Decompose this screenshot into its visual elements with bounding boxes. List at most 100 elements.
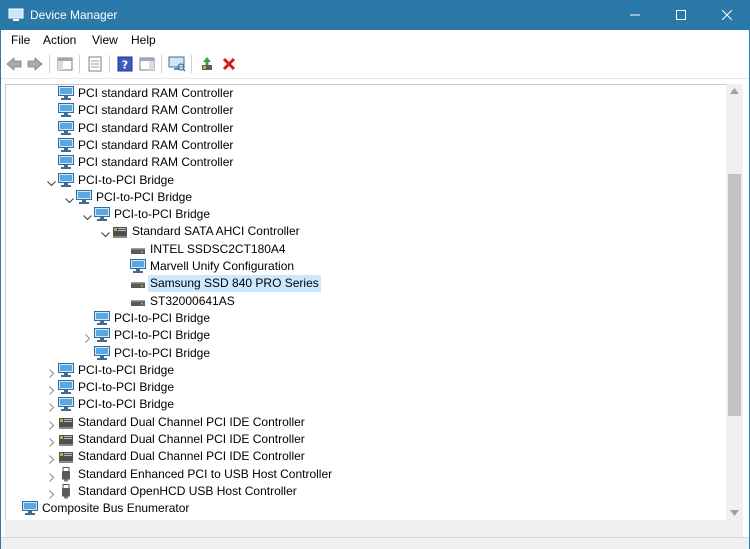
tree-node[interactable]: PCI-to-PCI Bridge xyxy=(6,379,727,396)
toolbar-separator xyxy=(161,55,162,73)
tree-node-label[interactable]: Standard Dual Channel PCI IDE Controller xyxy=(76,414,307,431)
tree-node[interactable]: PCI standard RAM Controller xyxy=(6,120,727,137)
tree-node-label[interactable]: PCI-to-PCI Bridge xyxy=(112,310,212,327)
tree-node[interactable]: PCI-to-PCI Bridge xyxy=(6,327,727,344)
menu-help[interactable]: Help xyxy=(131,33,156,47)
tree-node-label[interactable]: Standard Dual Channel PCI IDE Controller xyxy=(76,448,307,465)
toolbar-separator xyxy=(79,55,80,73)
pci-device-icon xyxy=(58,362,74,378)
tree-node[interactable]: PCI-to-PCI Bridge xyxy=(6,189,727,206)
tree-node[interactable]: PCI-to-PCI Bridge xyxy=(6,345,727,362)
tree-node[interactable]: Standard Dual Channel PCI IDE Controller xyxy=(6,414,727,431)
chevron-right-icon[interactable] xyxy=(47,383,56,395)
tree-node[interactable]: PCI-to-PCI Bridge xyxy=(6,172,727,189)
maximize-button[interactable] xyxy=(658,0,704,30)
window-title: Device Manager xyxy=(30,8,118,22)
uninstall-device-button[interactable] xyxy=(220,55,238,73)
tree-node-label[interactable]: PCI-to-PCI Bridge xyxy=(76,379,176,396)
tree-node[interactable]: PCI standard RAM Controller xyxy=(6,102,727,119)
toolbar-separator xyxy=(191,55,192,73)
chevron-right-icon[interactable] xyxy=(47,400,56,413)
storage-controller-icon xyxy=(112,224,128,239)
tree-node[interactable]: PCI standard RAM Controller xyxy=(6,85,727,102)
tree-node-label[interactable]: Standard OpenHCD USB Host Controller xyxy=(76,483,299,500)
tree-node-label[interactable]: INTEL SSDSC2CT180A4 xyxy=(148,241,288,258)
tree-node[interactable]: INTEL SSDSC2CT180A4 xyxy=(6,241,727,258)
tree-node-label[interactable]: Standard SATA AHCI Controller xyxy=(130,223,302,240)
tree-node[interactable]: Samsung SSD 840 PRO Series xyxy=(6,275,727,293)
chevron-right-icon[interactable] xyxy=(47,487,56,499)
title-bar[interactable]: Device Manager xyxy=(0,0,750,30)
vertical-scrollbar-thumb[interactable] xyxy=(728,174,741,416)
tree-node-label[interactable]: PCI-to-PCI Bridge xyxy=(112,327,212,344)
tree-node-label[interactable]: PCI-to-PCI Bridge xyxy=(112,345,212,362)
pci-device-icon xyxy=(94,207,110,222)
menu-view[interactable]: View xyxy=(92,33,118,47)
tree-node-label[interactable]: PCI standard RAM Controller xyxy=(76,154,235,171)
tree-node-label[interactable]: Composite Bus Enumerator xyxy=(40,500,191,517)
help-button[interactable]: ? xyxy=(116,55,134,73)
tree-node[interactable]: Standard Dual Channel PCI IDE Controller xyxy=(6,431,727,448)
chevron-down-icon[interactable] xyxy=(101,227,110,238)
tree-node-label[interactable]: Marvell Unify Configuration xyxy=(148,258,296,275)
chevron-right-icon[interactable] xyxy=(47,418,56,430)
menu-file[interactable]: File xyxy=(11,33,30,47)
tree-node-label[interactable]: PCI-to-PCI Bridge xyxy=(94,189,194,206)
tree-node[interactable]: Standard OpenHCD USB Host Controller xyxy=(6,483,727,500)
action-pane-button[interactable] xyxy=(138,55,156,73)
show-hide-console-tree-button[interactable] xyxy=(56,55,74,73)
tree-node[interactable]: ST32000641AS xyxy=(6,293,727,310)
pci-device-icon xyxy=(58,103,74,118)
tree-node-label[interactable]: ST32000641AS xyxy=(148,293,237,310)
tree-node[interactable]: PCI-to-PCI Bridge xyxy=(6,396,727,413)
close-button[interactable] xyxy=(704,0,750,30)
chevron-right-icon[interactable] xyxy=(47,470,56,482)
tree-node-label[interactable]: PCI-to-PCI Bridge xyxy=(76,362,176,379)
pci-device-icon xyxy=(58,172,74,188)
scroll-up-arrow-icon[interactable] xyxy=(730,88,739,94)
pci-device-icon xyxy=(58,86,74,101)
chevron-down-icon[interactable] xyxy=(83,210,92,221)
chevron-down-icon[interactable] xyxy=(65,193,74,204)
tree-node[interactable]: PCI-to-PCI Bridge xyxy=(6,362,727,379)
tree-node-label[interactable]: PCI standard RAM Controller xyxy=(76,85,235,102)
menu-bar: File Action View Help xyxy=(1,30,749,50)
tree-node-label[interactable]: Standard Enhanced PCI to USB Host Contro… xyxy=(76,466,334,483)
device-tree[interactable]: PCI standard RAM Controller PCI standard … xyxy=(5,84,727,522)
tree-node[interactable]: PCI standard RAM Controller xyxy=(6,154,727,171)
horizontal-scrollbar[interactable] xyxy=(5,520,743,537)
tree-node[interactable]: Standard Dual Channel PCI IDE Controller xyxy=(6,448,727,465)
tree-node[interactable]: Standard SATA AHCI Controller xyxy=(6,223,727,240)
tree-node[interactable]: PCI-to-PCI Bridge xyxy=(6,206,727,223)
chevron-down-icon[interactable] xyxy=(47,176,56,186)
chevron-right-icon[interactable] xyxy=(47,366,56,378)
usb-controller-icon xyxy=(58,483,74,499)
tree-node[interactable]: PCI-to-PCI Bridge xyxy=(6,310,727,327)
menu-action[interactable]: Action xyxy=(43,33,76,47)
scan-hardware-changes-button[interactable] xyxy=(168,55,186,73)
tree-node-label[interactable]: PCI-to-PCI Bridge xyxy=(76,396,176,413)
chevron-right-icon[interactable] xyxy=(47,435,56,447)
tree-node-label[interactable]: PCI standard RAM Controller xyxy=(76,102,235,119)
back-button[interactable] xyxy=(5,55,23,73)
minimize-button[interactable] xyxy=(612,0,658,30)
tree-node-label[interactable]: Standard Dual Channel PCI IDE Controller xyxy=(76,431,307,448)
vertical-scrollbar[interactable] xyxy=(726,84,743,520)
tree-node-label[interactable]: PCI-to-PCI Bridge xyxy=(76,172,176,189)
chevron-right-icon[interactable] xyxy=(83,331,92,344)
properties-icon xyxy=(88,56,102,72)
tree-node-label[interactable]: PCI standard RAM Controller xyxy=(76,120,235,137)
chevron-right-icon[interactable] xyxy=(47,452,56,465)
forward-button[interactable] xyxy=(26,55,44,73)
tree-node[interactable]: Composite Bus Enumerator xyxy=(6,500,727,517)
scroll-down-arrow-icon[interactable] xyxy=(730,510,739,516)
tree-node[interactable]: Standard Enhanced PCI to USB Host Contro… xyxy=(6,466,727,483)
back-icon xyxy=(6,57,22,71)
tree-node-label[interactable]: PCI-to-PCI Bridge xyxy=(112,206,212,223)
update-driver-button[interactable] xyxy=(198,55,216,73)
tree-node-label[interactable]: PCI standard RAM Controller xyxy=(76,137,235,154)
tree-node[interactable]: Marvell Unify Configuration xyxy=(6,258,727,275)
properties-button[interactable] xyxy=(86,55,104,73)
tree-node[interactable]: PCI standard RAM Controller xyxy=(6,137,727,154)
tree-node-label[interactable]: Samsung SSD 840 PRO Series xyxy=(148,275,321,293)
